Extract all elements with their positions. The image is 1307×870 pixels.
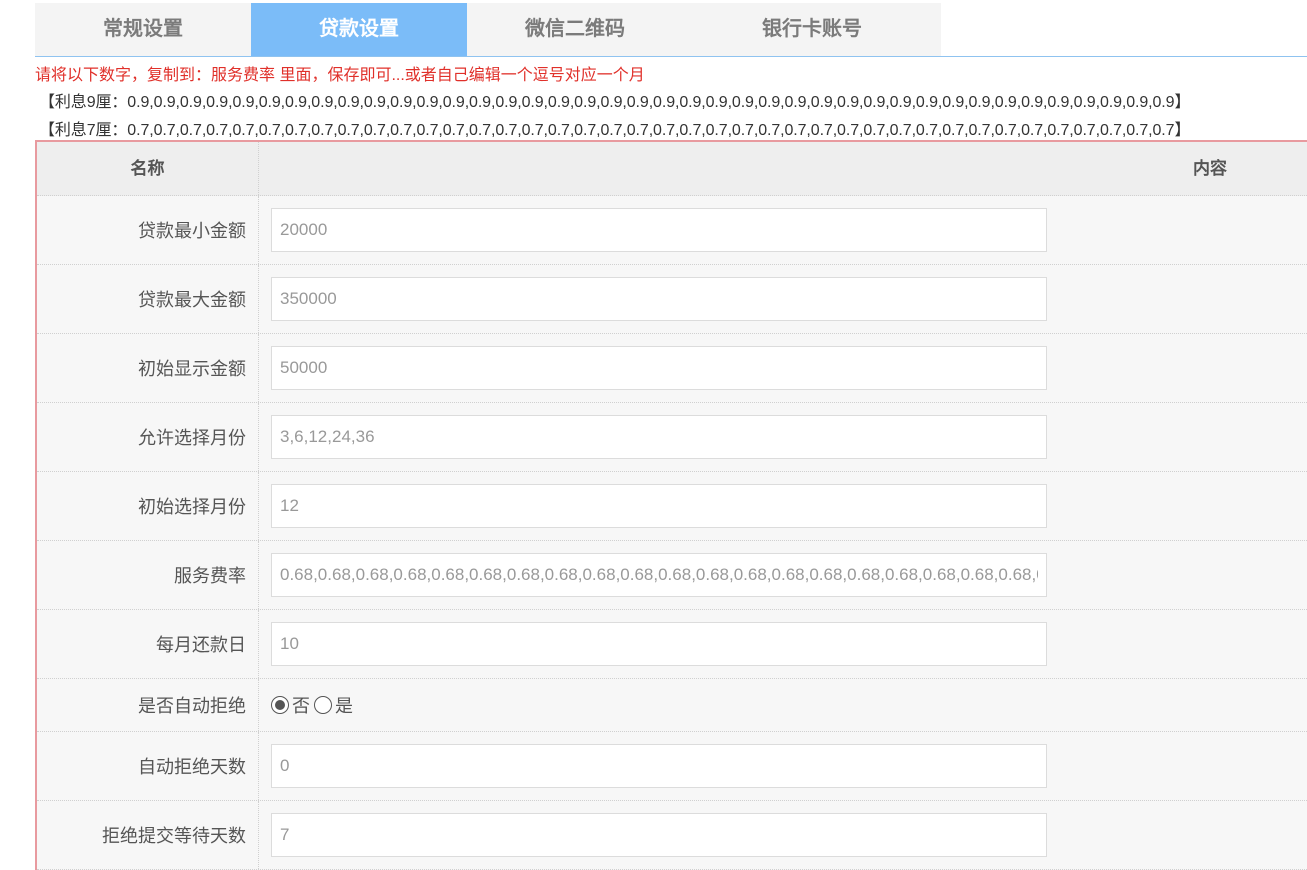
service-rate-label: 服务费率 <box>37 541 259 609</box>
tab-general-settings[interactable]: 常规设置 <box>35 3 251 56</box>
initial-amount-input[interactable] <box>271 346 1047 390</box>
reject-wait-days-label: 拒绝提交等待天数 <box>37 801 259 869</box>
table-row: 拒绝提交等待天数 <box>37 801 1307 870</box>
auto-reject-radio-group: 否 是 <box>271 692 357 718</box>
max-amount-input[interactable] <box>271 277 1047 321</box>
table-row: 初始选择月份 <box>37 472 1307 541</box>
allowed-months-label: 允许选择月份 <box>37 403 259 471</box>
auto-reject-yes-label: 是 <box>335 696 353 716</box>
auto-reject-days-input[interactable] <box>271 744 1047 788</box>
tab-wechat-qrcode[interactable]: 微信二维码 <box>467 3 683 56</box>
tab-loan-settings[interactable]: 贷款设置 <box>251 3 467 56</box>
rate-9-line: 【利息9厘：0.9,0.9,0.9,0.9,0.9,0.9,0.9,0.9,0.… <box>39 94 1191 111</box>
service-rate-input[interactable] <box>271 553 1047 597</box>
copy-notice: 请将以下数字，复制到：服务费率 里面，保存即可...或者自己编辑一个逗号对应一个… <box>35 67 645 84</box>
initial-month-input[interactable] <box>271 484 1047 528</box>
table-row: 每月还款日 <box>37 610 1307 679</box>
settings-table: 名称 内容 贷款最小金额 贷款最大金额 初始显示金额 允许选择月份 <box>35 140 1307 870</box>
settings-tabs: 常规设置 贷款设置 微信二维码 银行卡账号 <box>35 3 941 56</box>
table-row: 自动拒绝天数 <box>37 732 1307 801</box>
table-row: 服务费率 <box>37 541 1307 610</box>
repay-day-label: 每月还款日 <box>37 610 259 678</box>
header-content: 内容 <box>1193 159 1227 178</box>
table-row: 是否自动拒绝 否 是 <box>37 679 1307 732</box>
rate-7-line: 【利息7厘：0.7,0.7,0.7,0.7,0.7,0.7,0.7,0.7,0.… <box>39 122 1191 139</box>
min-amount-input[interactable] <box>271 208 1047 252</box>
table-row: 贷款最大金额 <box>37 265 1307 334</box>
repay-day-input[interactable] <box>271 622 1047 666</box>
max-amount-label: 贷款最大金额 <box>37 265 259 333</box>
table-row: 初始显示金额 <box>37 334 1307 403</box>
table-row: 贷款最小金额 <box>37 196 1307 265</box>
auto-reject-days-label: 自动拒绝天数 <box>37 732 259 800</box>
loan-settings-page: 常规设置 贷款设置 微信二维码 银行卡账号 请将以下数字，复制到：服务费率 里面… <box>0 0 1307 870</box>
auto-reject-yes-radio[interactable] <box>314 696 332 714</box>
auto-reject-no-radio[interactable] <box>271 696 289 714</box>
tabs-divider <box>35 56 1307 57</box>
auto-reject-label: 是否自动拒绝 <box>37 679 259 731</box>
table-row: 允许选择月份 <box>37 403 1307 472</box>
initial-amount-label: 初始显示金额 <box>37 334 259 402</box>
initial-month-label: 初始选择月份 <box>37 472 259 540</box>
reject-wait-days-input[interactable] <box>271 813 1047 857</box>
allowed-months-input[interactable] <box>271 415 1047 459</box>
table-header: 名称 内容 <box>37 142 1307 196</box>
min-amount-label: 贷款最小金额 <box>37 196 259 264</box>
tab-bank-card-account[interactable]: 银行卡账号 <box>683 3 941 56</box>
auto-reject-no-label: 否 <box>292 696 310 716</box>
header-name: 名称 <box>37 142 259 195</box>
radio-selected-dot <box>275 700 285 710</box>
